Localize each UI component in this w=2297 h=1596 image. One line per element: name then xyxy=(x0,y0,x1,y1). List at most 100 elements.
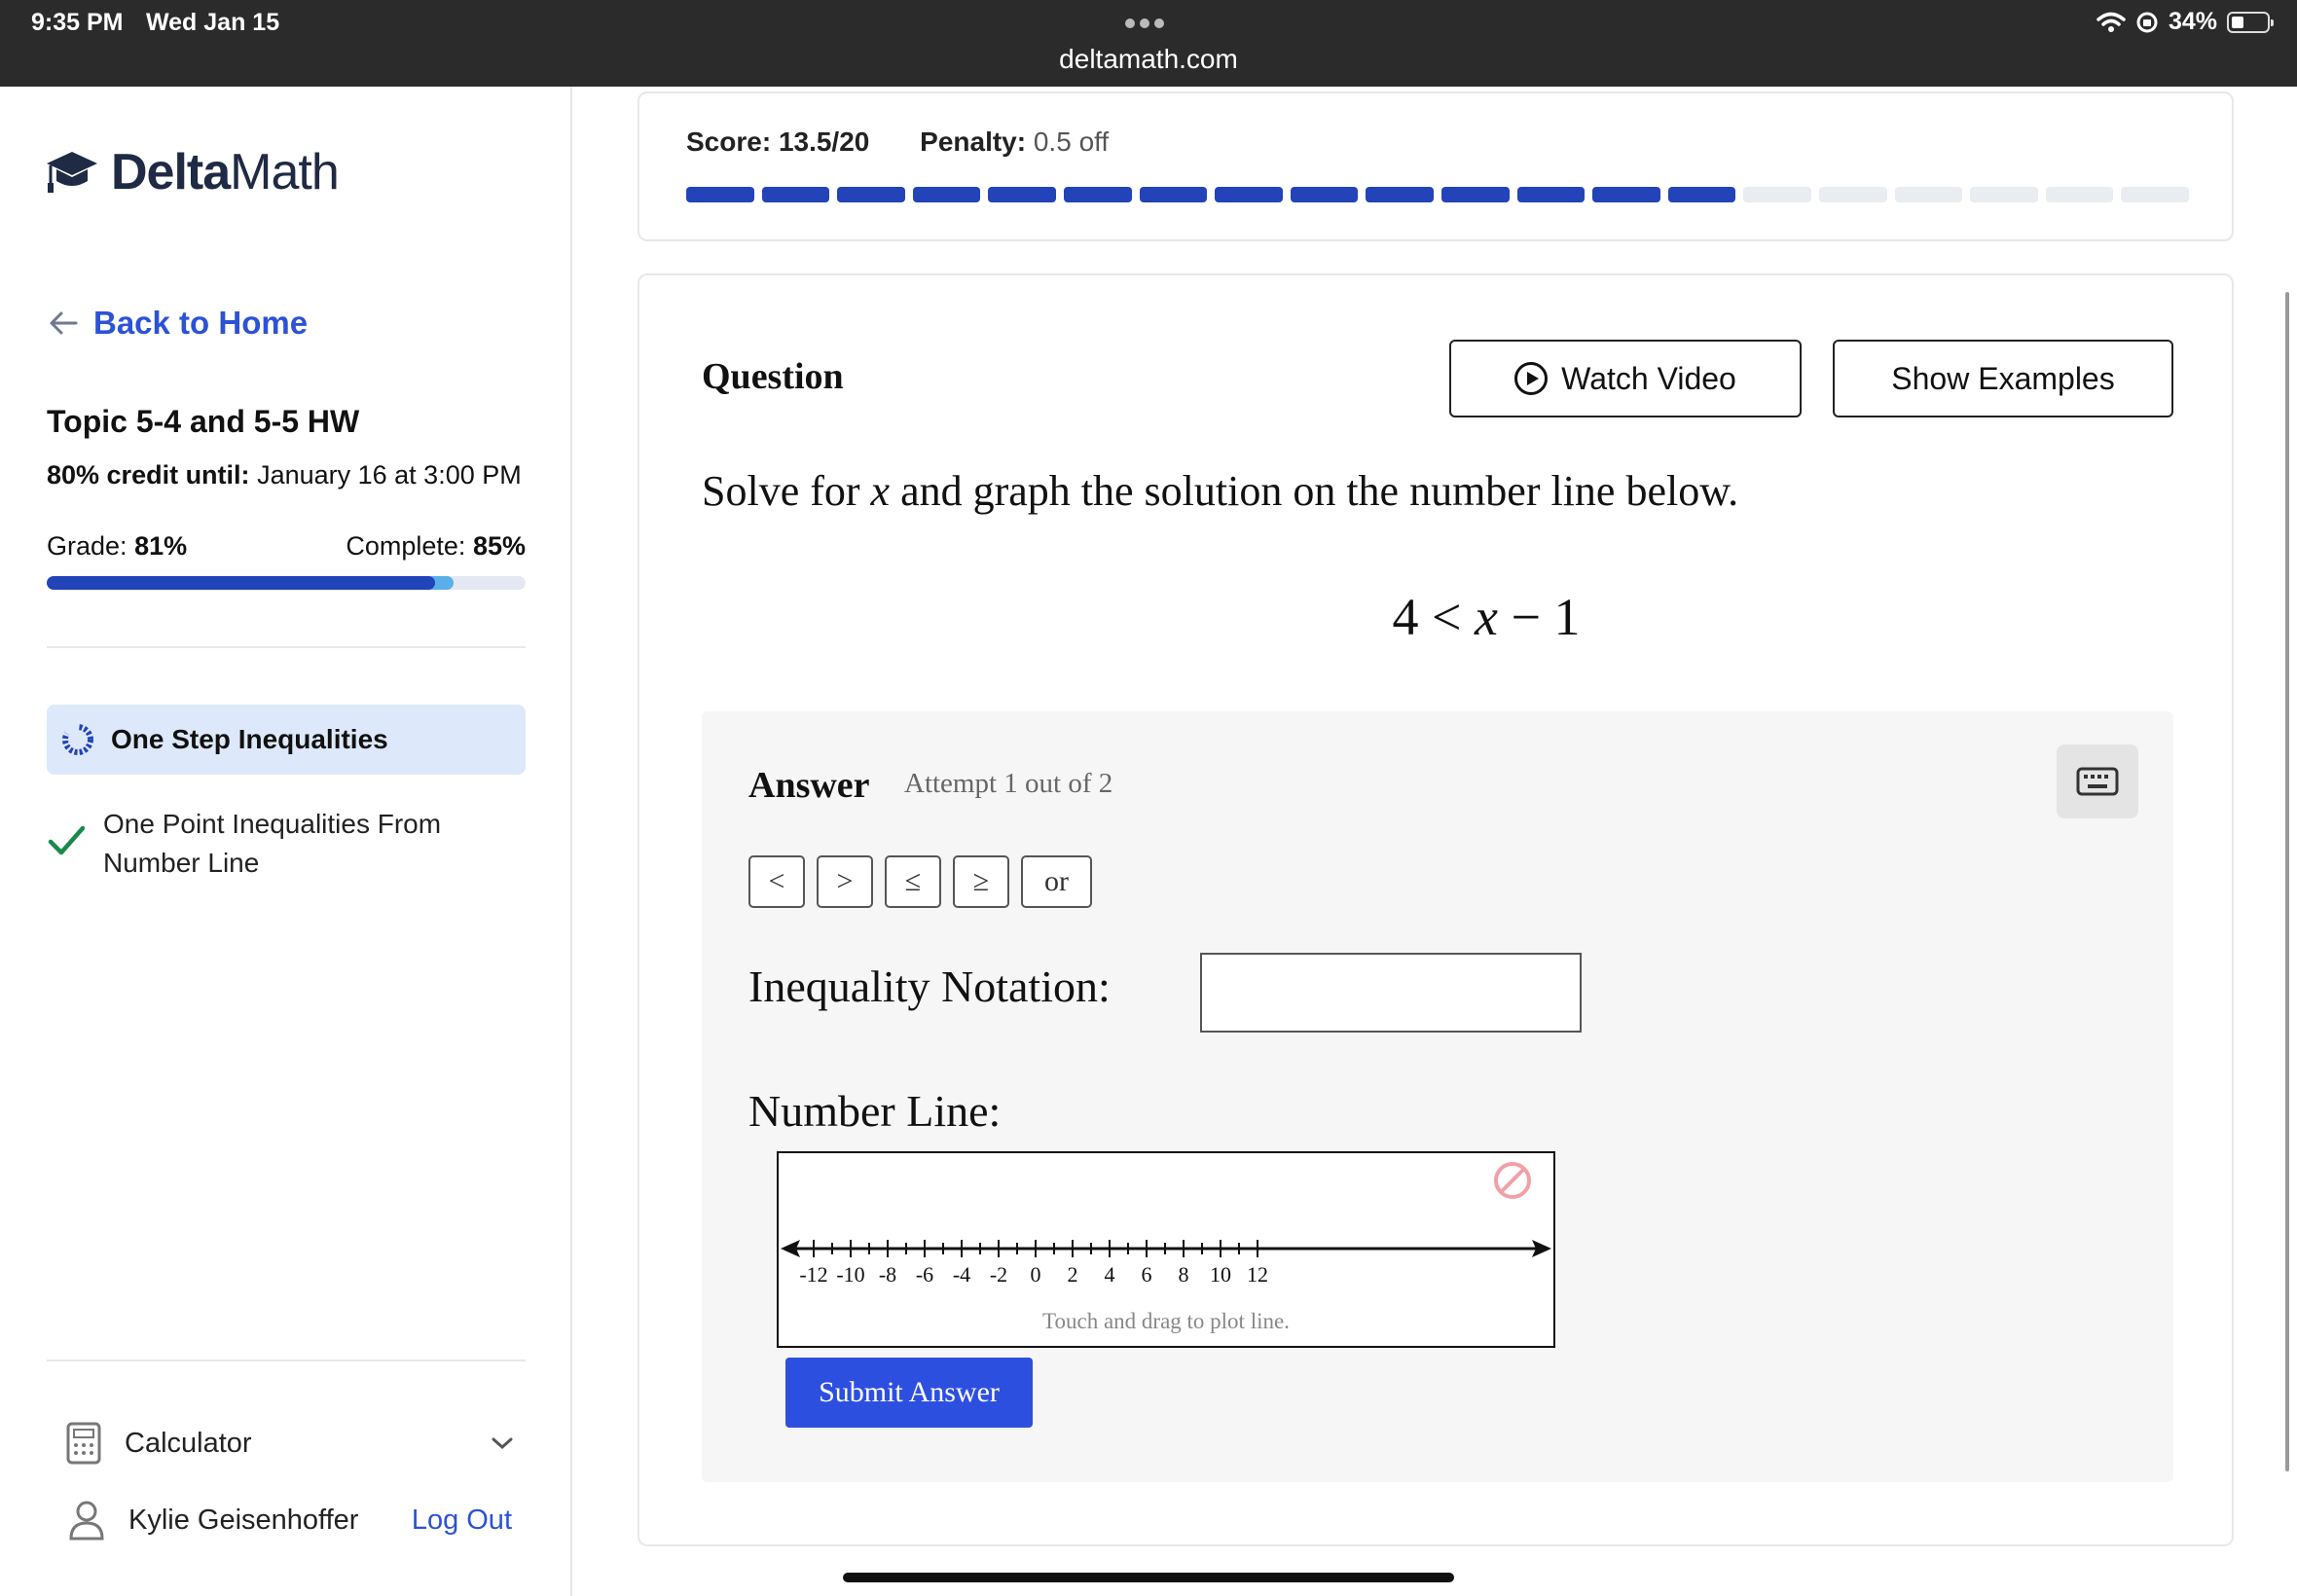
symbol-greater-equal-button[interactable]: ≥ xyxy=(953,855,1009,908)
score-segment xyxy=(837,187,905,202)
inequality-expression: 4 < x − 1 xyxy=(1392,588,1581,646)
number-line-tick-label: -4 xyxy=(953,1262,970,1287)
progress-ring-icon xyxy=(62,723,93,755)
number-line-graph: -12 -10 -8 -6 -4 -2 0 2 4 6 8 10 12 Touch and drag t… xyxy=(781,1162,1551,1333)
score-segment xyxy=(1215,187,1283,202)
calculator-icon xyxy=(66,1422,101,1465)
score-segment xyxy=(1743,187,1811,202)
score-segment xyxy=(761,187,830,202)
page-scrollbar[interactable] xyxy=(2285,292,2289,1471)
calculator-toggle[interactable]: Calculator xyxy=(66,1422,514,1465)
log-out-link[interactable]: Log Out xyxy=(412,1505,512,1537)
score-segment xyxy=(2045,187,2114,202)
score-segment xyxy=(1894,187,1963,202)
inequality-notation-label: Inequality Notation: xyxy=(748,961,1111,1011)
score-segment xyxy=(1818,187,1887,202)
score-card: Score: 13.5/20 Penalty: 0.5 off xyxy=(638,91,2234,241)
symbol-less-than-button[interactable]: < xyxy=(748,855,805,908)
battery-percent: 34% xyxy=(2168,8,2217,35)
score-segment xyxy=(1290,187,1359,202)
number-line-tick-label: -2 xyxy=(990,1262,1007,1287)
arrow-left-icon xyxy=(50,311,78,335)
number-line-label: Number Line: xyxy=(748,1086,1002,1136)
assignment-title: Topic 5-4 and 5-5 HW xyxy=(47,404,360,439)
number-line-tick-label: 4 xyxy=(1105,1262,1115,1287)
number-line-hint: Touch and drag to plot line. xyxy=(1042,1309,1290,1333)
number-line-canvas[interactable]: -12 -10 -8 -6 -4 -2 0 2 4 6 8 10 12 Touch and drag t… xyxy=(777,1151,1555,1348)
status-date: Wed Jan 15 xyxy=(146,9,280,36)
number-line-tick-label: 6 xyxy=(1142,1262,1152,1287)
score-row: Score: 13.5/20 Penalty: 0.5 off xyxy=(686,127,1109,158)
answer-title: Answer xyxy=(748,765,870,806)
number-line-tick-label: -8 xyxy=(879,1262,896,1287)
number-line-tick-label: -6 xyxy=(916,1262,933,1287)
question-card: Question Watch Video Show Examples Solve… xyxy=(638,273,2234,1546)
number-line-tick-label: 8 xyxy=(1179,1262,1189,1287)
grade-row: Grade: 81% Complete: 85% xyxy=(47,531,526,562)
show-examples-button[interactable]: Show Examples xyxy=(1833,340,2173,417)
more-dots-icon[interactable] xyxy=(1125,16,1172,28)
battery-icon xyxy=(2227,11,2274,33)
number-line-tick-label: -10 xyxy=(836,1262,864,1287)
score-segment xyxy=(1970,187,2038,202)
score-segment xyxy=(912,187,981,202)
deltamath-logo[interactable]: DeltaMath xyxy=(45,143,340,201)
score-segment xyxy=(1063,187,1132,202)
score-segment xyxy=(1516,187,1586,202)
user-row: Kylie Geisenhoffer Log Out xyxy=(68,1500,512,1541)
skill-item-one-point-inequalities[interactable]: One Point Inequalities From Number Line xyxy=(47,805,526,883)
symbol-or-button[interactable]: or xyxy=(1021,855,1092,908)
chevron-down-icon[interactable] xyxy=(491,1435,514,1451)
score-segment xyxy=(1440,187,1510,202)
user-icon xyxy=(69,1501,104,1541)
complete-text: Complete: 85% xyxy=(346,531,526,561)
calculator-label[interactable]: Calculator xyxy=(125,1428,491,1460)
sidebar-divider xyxy=(47,646,526,648)
clear-icon[interactable] xyxy=(1494,1162,1531,1199)
grade-text: Grade: 81% xyxy=(47,531,188,561)
skill-item-one-step-inequalities[interactable]: One Step Inequalities xyxy=(47,705,526,775)
user-name: Kylie Geisenhoffer xyxy=(128,1504,359,1536)
answer-panel: Answer Attempt 1 out of 2 < > ≤ ≥ or Ine… xyxy=(702,711,2173,1482)
number-line-tick-label: 10 xyxy=(1210,1262,1231,1287)
sidebar: DeltaMath Back to Home Topic 5-4 and 5-5… xyxy=(0,87,572,1596)
wifi-icon xyxy=(2096,12,2126,32)
sidebar-divider xyxy=(47,1360,526,1361)
symbol-buttons: < > ≤ ≥ or xyxy=(748,855,1092,908)
inequality-notation-input[interactable] xyxy=(1200,953,1582,1033)
question-title: Question xyxy=(702,356,844,397)
symbol-less-equal-button[interactable]: ≤ xyxy=(885,855,941,908)
grade-progress-fill xyxy=(47,576,435,590)
score-progress-segments xyxy=(686,187,2189,202)
status-indicators: 34% xyxy=(2096,8,2274,36)
watch-video-label: Watch Video xyxy=(1561,360,1736,396)
back-to-home-label[interactable]: Back to Home xyxy=(93,305,308,342)
score-value: 13.5/20 xyxy=(778,127,870,157)
symbol-greater-than-button[interactable]: > xyxy=(817,855,873,908)
score-segment xyxy=(1139,187,1208,202)
status-time: 9:35 PM xyxy=(31,9,124,36)
status-bar: 9:35 PM Wed Jan 15 deltamath.com 34% xyxy=(0,0,2297,87)
score-segment xyxy=(2121,187,2189,202)
attempt-counter: Attempt 1 out of 2 xyxy=(904,768,1113,799)
logo-wordmark: DeltaMath xyxy=(111,144,340,200)
number-line-tick-label: 2 xyxy=(1068,1262,1078,1287)
score-segment xyxy=(1592,187,1660,202)
skill-label: One Step Inequalities xyxy=(111,724,388,754)
score-segment xyxy=(988,187,1056,202)
score-segment xyxy=(1366,187,1434,202)
score-label: Score: xyxy=(686,127,772,157)
score-segment xyxy=(1667,187,1736,202)
address-url[interactable]: deltamath.com xyxy=(0,44,2297,75)
number-line-tick-label: 12 xyxy=(1247,1262,1268,1287)
play-icon xyxy=(1514,362,1549,395)
number-line-tick-label: 0 xyxy=(1031,1262,1041,1287)
back-to-home-link[interactable]: Back to Home xyxy=(47,305,308,342)
home-indicator xyxy=(843,1573,1454,1582)
show-examples-label: Show Examples xyxy=(1891,360,2115,396)
penalty: Penalty: 0.5 off xyxy=(920,127,1110,157)
keyboard-toggle-button[interactable] xyxy=(2057,744,2138,818)
submit-answer-button[interactable]: Submit Answer xyxy=(785,1358,1033,1428)
skill-label: One Point Inequalities From Number Line xyxy=(103,809,442,878)
watch-video-button[interactable]: Watch Video xyxy=(1449,340,1802,417)
